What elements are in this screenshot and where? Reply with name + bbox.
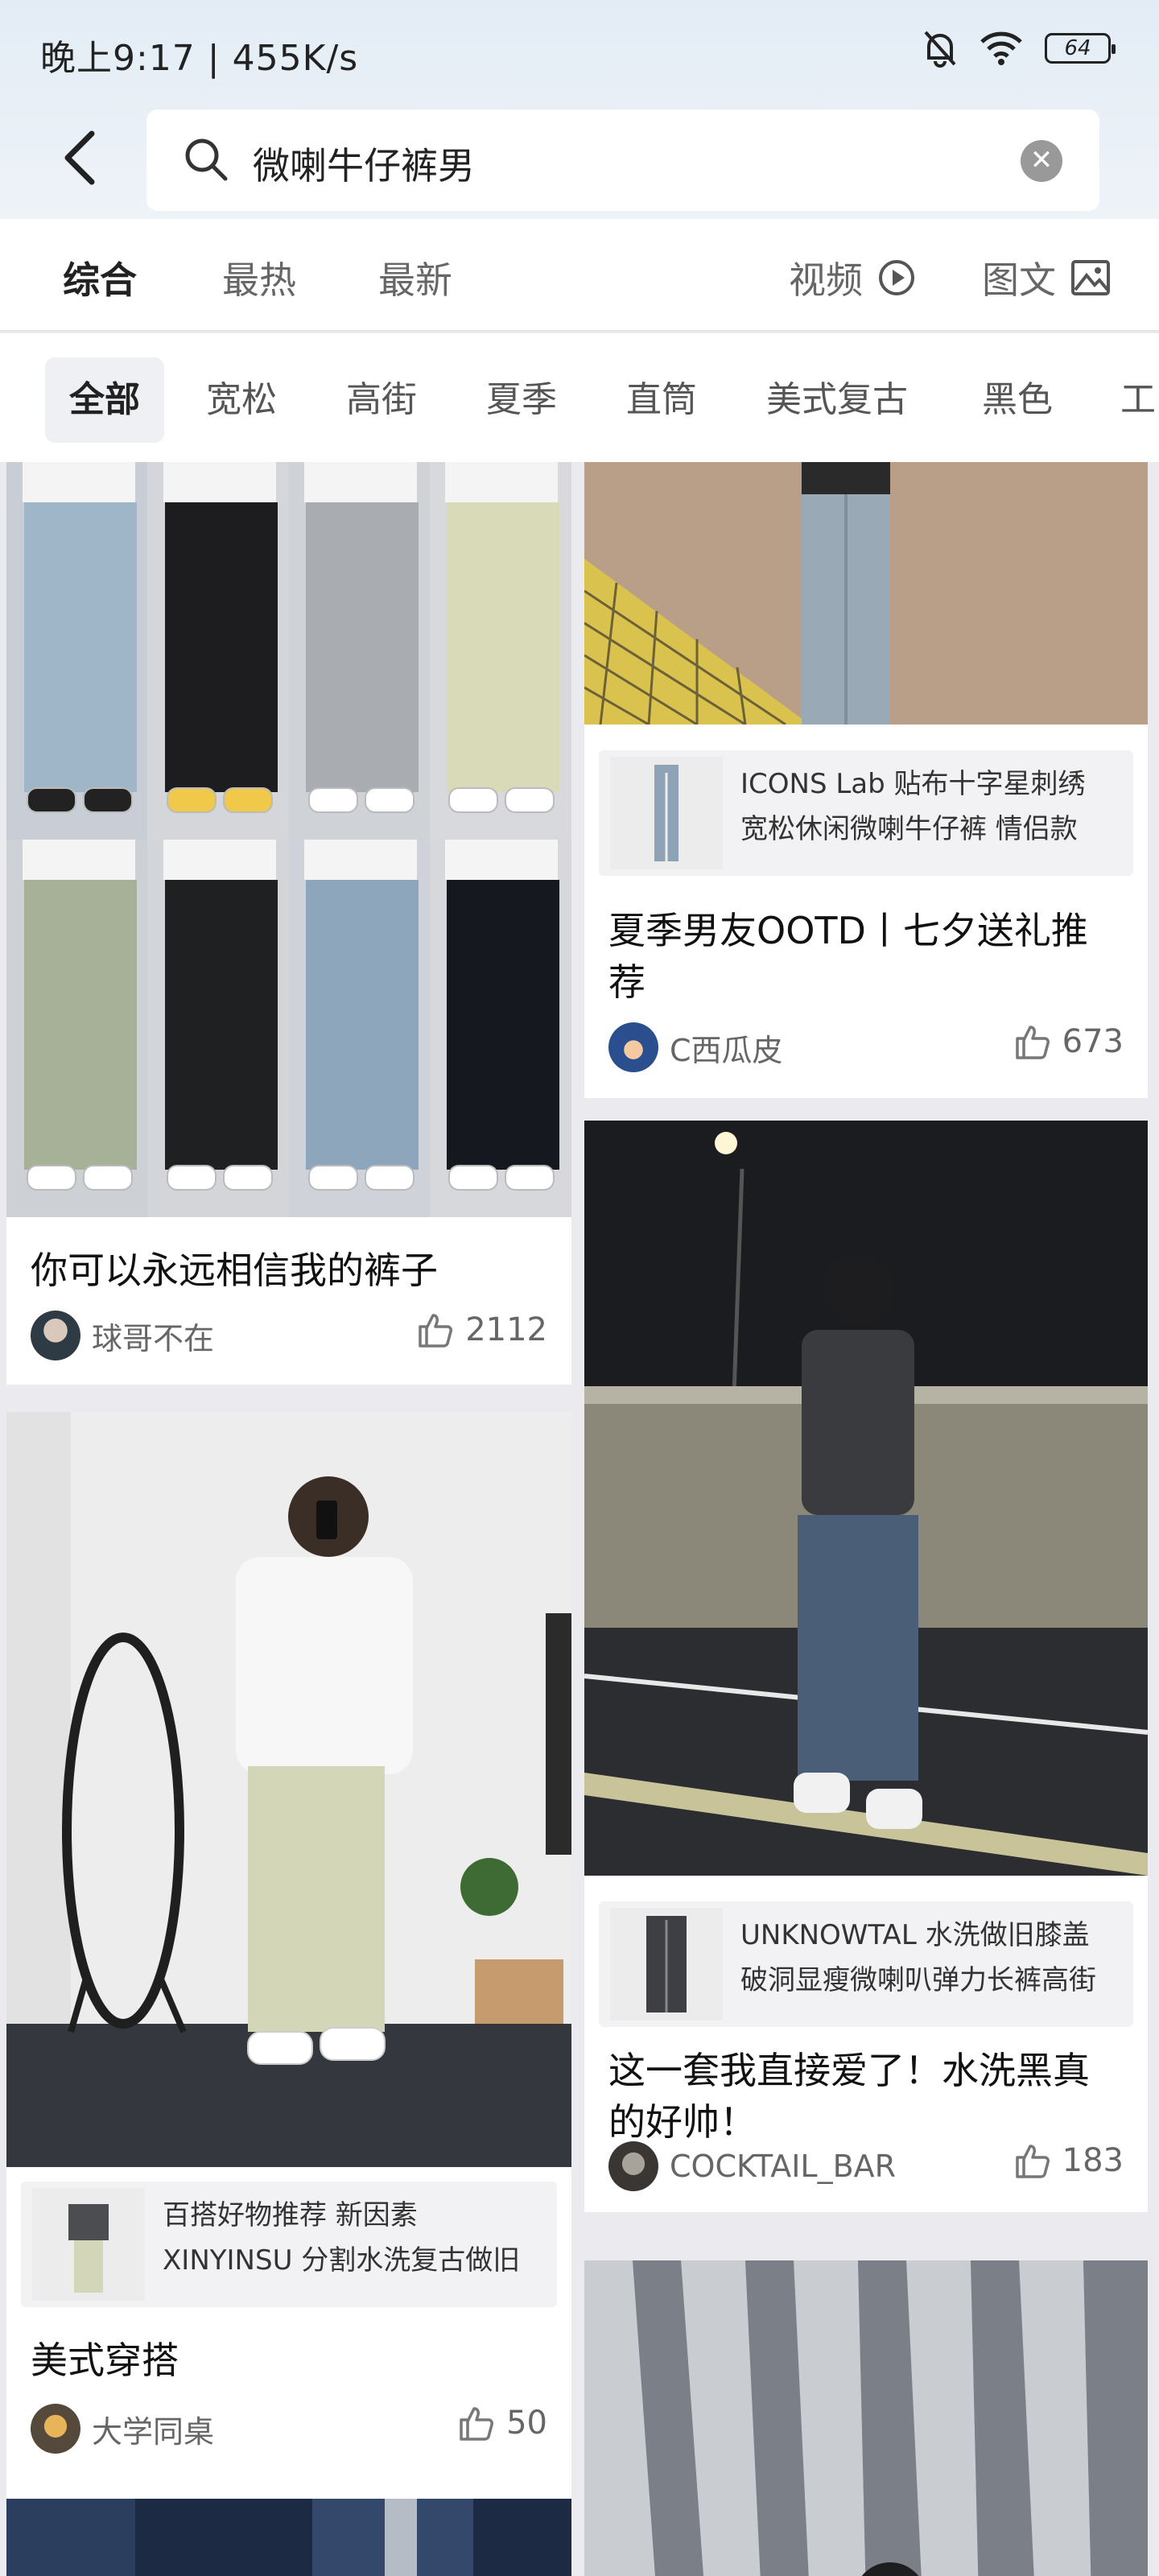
note-author[interactable]: COCKTAIL_BAR [608, 2141, 896, 2191]
filter-chip[interactable]: 美式复古 [742, 357, 932, 443]
product-description: ICONS Lab 贴布十字星刺绣 宽松休闲微喇牛仔裤 情侣款 [740, 762, 1125, 852]
note-cover-image[interactable] [6, 462, 571, 1217]
note-cover-image[interactable] [6, 2499, 571, 2576]
note-title-line-2: 荐 [608, 960, 645, 1004]
like-count: 183 [1062, 2142, 1124, 2179]
note-cover-image[interactable] [584, 462, 1148, 724]
author-name: COCKTAIL_BAR [670, 2149, 897, 2184]
wifi-icon [980, 31, 1022, 65]
thumbs-up-icon [1015, 2145, 1050, 2178]
search-icon [185, 138, 228, 181]
filter-chip[interactable]: 直筒 [602, 357, 721, 443]
author-name: C西瓜皮 [670, 1032, 783, 1068]
like-count: 2112 [465, 1311, 547, 1348]
product-line-2: 破洞显瘦微喇叭弹力长裤高街 [740, 1964, 1096, 1996]
note-title-line-1: 夏季男友OOTD丨七夕送礼推 [608, 909, 1088, 952]
product-thumbnail [610, 757, 723, 869]
filter-chip-all[interactable]: 全部 [45, 357, 164, 443]
image-icon [1071, 260, 1110, 295]
header: 晚上9:17 | 455K/s 64 微喇牛仔裤男 ✕ [0, 0, 1159, 219]
feed: 你可以永远相信我的裤子 球哥不在 2112 ICONS Lab 贴布十字星刺绣 … [0, 462, 1159, 2576]
search-query[interactable]: 微喇牛仔裤男 [253, 137, 475, 190]
tab-newest[interactable]: 最新 [378, 251, 452, 304]
status-icons: 64 [922, 29, 1116, 68]
note-title: 这一套我直接爱了！水洗黑真 的好帅！ [608, 2045, 1090, 2148]
filter-chip[interactable]: 工 [1096, 357, 1159, 443]
status-time: 晚上9:17 | 455K/s [40, 38, 359, 79]
note-title: 夏季男友OOTD丨七夕送礼推 荐 [608, 905, 1088, 1008]
thumbs-up-icon [1015, 1026, 1050, 1059]
search-row: 微喇牛仔裤男 ✕ [0, 105, 1159, 217]
note-author[interactable]: C西瓜皮 [608, 1022, 783, 1072]
filter-chip[interactable]: 黑色 [958, 357, 1077, 443]
like-count: 673 [1062, 1023, 1124, 1060]
search-input[interactable]: 微喇牛仔裤男 ✕ [146, 109, 1099, 211]
linked-product[interactable]: UNKNOWTAL 水洗做旧膝盖 破洞显瘦微喇叭弹力长裤高街 [599, 1901, 1133, 2027]
linked-product[interactable]: 百搭好物推荐 新因素 XINYINSU 分割水洗复古做旧 [21, 2182, 557, 2307]
note-card[interactable]: 百搭好物推荐 新因素 XINYINSU 分割水洗复古做旧 美式穿搭 大学同桌 5… [6, 1412, 571, 2576]
product-line-1: UNKNOWTAL 水洗做旧膝盖 [740, 1919, 1090, 1951]
tab-video-label: 视频 [789, 258, 863, 302]
like-button[interactable]: 2112 [415, 1311, 547, 1349]
tab-hottest[interactable]: 最热 [222, 251, 296, 304]
battery-level: 64 [1064, 36, 1091, 60]
avatar [31, 1311, 80, 1360]
product-thumbnail [32, 2188, 145, 2301]
sort-bar: 综合 最热 最新 视频 图文 [0, 219, 1159, 332]
bell-muted-icon [924, 31, 956, 68]
like-count: 50 [506, 2405, 547, 2442]
avatar [31, 2404, 80, 2454]
thumbs-up-icon [460, 2407, 494, 2441]
filter-chip[interactable]: 宽松 [182, 357, 301, 443]
note-cover-image[interactable] [584, 2260, 1148, 2576]
avatar [608, 2141, 658, 2191]
back-arrow-icon[interactable] [53, 126, 109, 190]
product-line-1: 百搭好物推荐 新因素 [163, 2199, 418, 2231]
tab-image-text-label: 图文 [982, 258, 1056, 302]
like-button[interactable]: 673 [1013, 1022, 1124, 1061]
battery-icon: 64 [1045, 33, 1116, 64]
product-line-2: 宽松休闲微喇牛仔裤 情侣款 [740, 813, 1078, 845]
tab-video[interactable]: 视频 [789, 251, 916, 304]
status-bar: 晚上9:17 | 455K/s 64 [0, 0, 1159, 105]
filter-chip[interactable]: 夏季 [462, 357, 581, 443]
clear-search-button[interactable]: ✕ [1021, 140, 1062, 182]
author-name: 大学同桌 [92, 2413, 215, 2450]
play-circle-icon [879, 260, 914, 295]
note-title: 美式穿搭 [31, 2339, 179, 2382]
filter-chip[interactable]: 高街 [322, 357, 441, 443]
product-thumbnail [610, 1908, 723, 2021]
product-description: UNKNOWTAL 水洗做旧膝盖 破洞显瘦微喇叭弹力长裤高街 [740, 1913, 1125, 2003]
like-button[interactable]: 50 [456, 2404, 547, 2442]
like-button[interactable]: 183 [1013, 2141, 1124, 2180]
filter-bar: 全部 宽松 高街 夏季 直筒 美式复古 黑色 工 [0, 333, 1159, 462]
note-author[interactable]: 大学同桌 [31, 2404, 214, 2454]
product-line-2: XINYINSU 分割水洗复古做旧 [163, 2244, 521, 2277]
note-card[interactable] [6, 2499, 571, 2576]
tab-image-text[interactable]: 图文 [982, 251, 1111, 304]
note-title: 你可以永远相信我的裤子 [31, 1249, 438, 1292]
note-cover-image[interactable] [584, 1121, 1148, 1876]
note-card[interactable] [584, 2260, 1148, 2576]
avatar [608, 1022, 658, 1072]
note-author[interactable]: 球哥不在 [31, 1311, 214, 1360]
product-description: 百搭好物推荐 新因素 XINYINSU 分割水洗复古做旧 [163, 2193, 549, 2283]
thumbs-up-icon [419, 1314, 453, 1348]
note-card[interactable]: UNKNOWTAL 水洗做旧膝盖 破洞显瘦微喇叭弹力长裤高街 这一套我直接爱了！… [584, 1121, 1148, 2212]
author-name: 球哥不在 [92, 1320, 215, 1356]
note-title-line-1: 这一套我直接爱了！水洗黑真 [608, 2049, 1090, 2092]
product-line-1: ICONS Lab 贴布十字星刺绣 [740, 768, 1086, 800]
note-title-line-2: 的好帅！ [608, 2100, 757, 2144]
linked-product[interactable]: ICONS Lab 贴布十字星刺绣 宽松休闲微喇牛仔裤 情侣款 [599, 750, 1133, 876]
note-card[interactable]: 你可以永远相信我的裤子 球哥不在 2112 [6, 462, 571, 1385]
tab-comprehensive[interactable]: 综合 [63, 251, 137, 304]
note-cover-image[interactable] [6, 1412, 571, 2167]
note-card[interactable]: ICONS Lab 贴布十字星刺绣 宽松休闲微喇牛仔裤 情侣款 夏季男友OOTD… [584, 462, 1148, 1098]
